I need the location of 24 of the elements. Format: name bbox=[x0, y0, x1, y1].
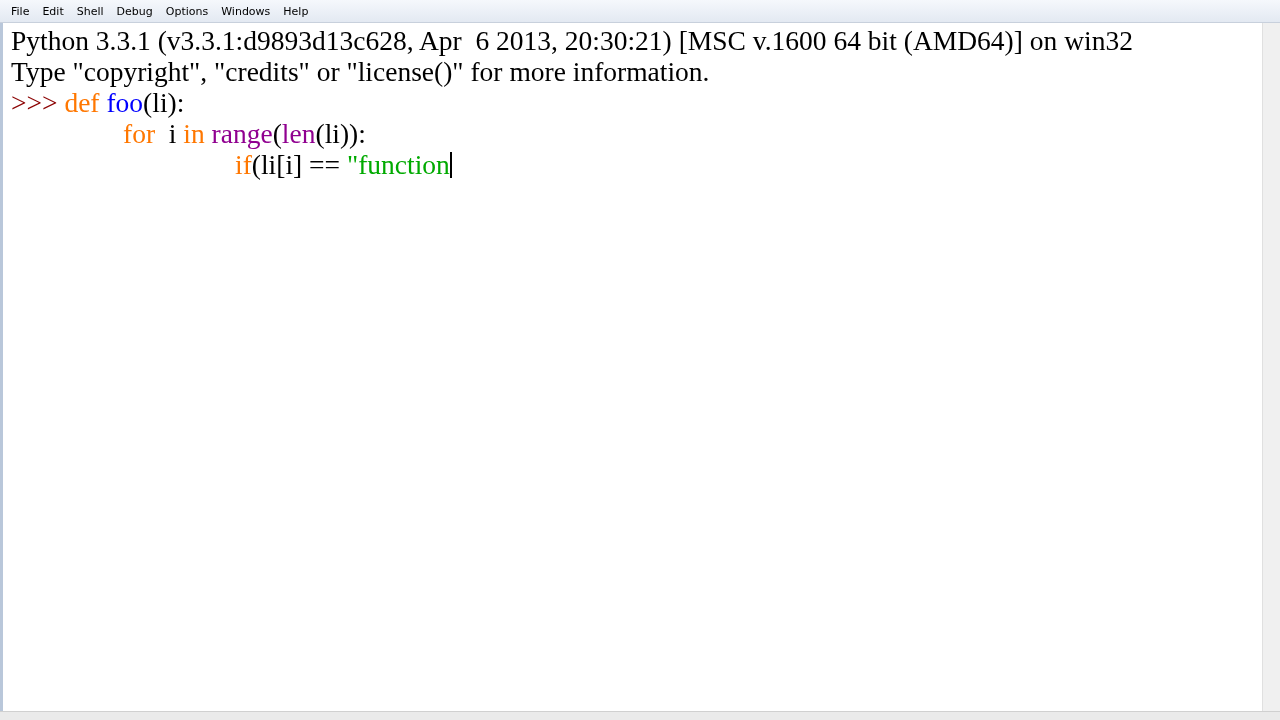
menu-item[interactable]: Options bbox=[159, 2, 216, 20]
code-text: in bbox=[183, 118, 206, 149]
code-text: ( bbox=[272, 118, 282, 149]
menu-item[interactable]: Debug bbox=[110, 2, 160, 20]
code-text: >>> bbox=[11, 87, 59, 118]
code-text: Python 3.3.1 (v3.3.1:d9893d13c628, Apr 6 2013, 20:30:21) [MSC v.1600 64 bit (AMD64)] on win32 bbox=[11, 25, 1133, 56]
menu-item[interactable]: Shell bbox=[70, 2, 111, 20]
code-text: Type "copyright", "credits" or "license()" for more information. bbox=[11, 56, 710, 87]
code-text: (li): bbox=[143, 87, 185, 118]
menu-item[interactable]: Edit bbox=[36, 2, 71, 20]
code-text: "function bbox=[347, 149, 450, 180]
code-text: range bbox=[211, 118, 273, 149]
vertical-scrollbar[interactable] bbox=[1262, 23, 1280, 711]
code-text: def bbox=[64, 87, 101, 118]
code-text: foo bbox=[106, 87, 144, 118]
code-text: for bbox=[123, 118, 156, 149]
menu-item[interactable]: Windows bbox=[215, 2, 278, 20]
code-text: if bbox=[235, 149, 252, 180]
menu-item[interactable]: Help bbox=[277, 2, 316, 20]
code-text: (li)): bbox=[315, 118, 366, 149]
code-text: (li[i] == bbox=[251, 149, 342, 180]
code-text: i bbox=[167, 118, 178, 149]
code-text: len bbox=[281, 118, 316, 149]
menu-item[interactable]: File bbox=[5, 2, 37, 20]
